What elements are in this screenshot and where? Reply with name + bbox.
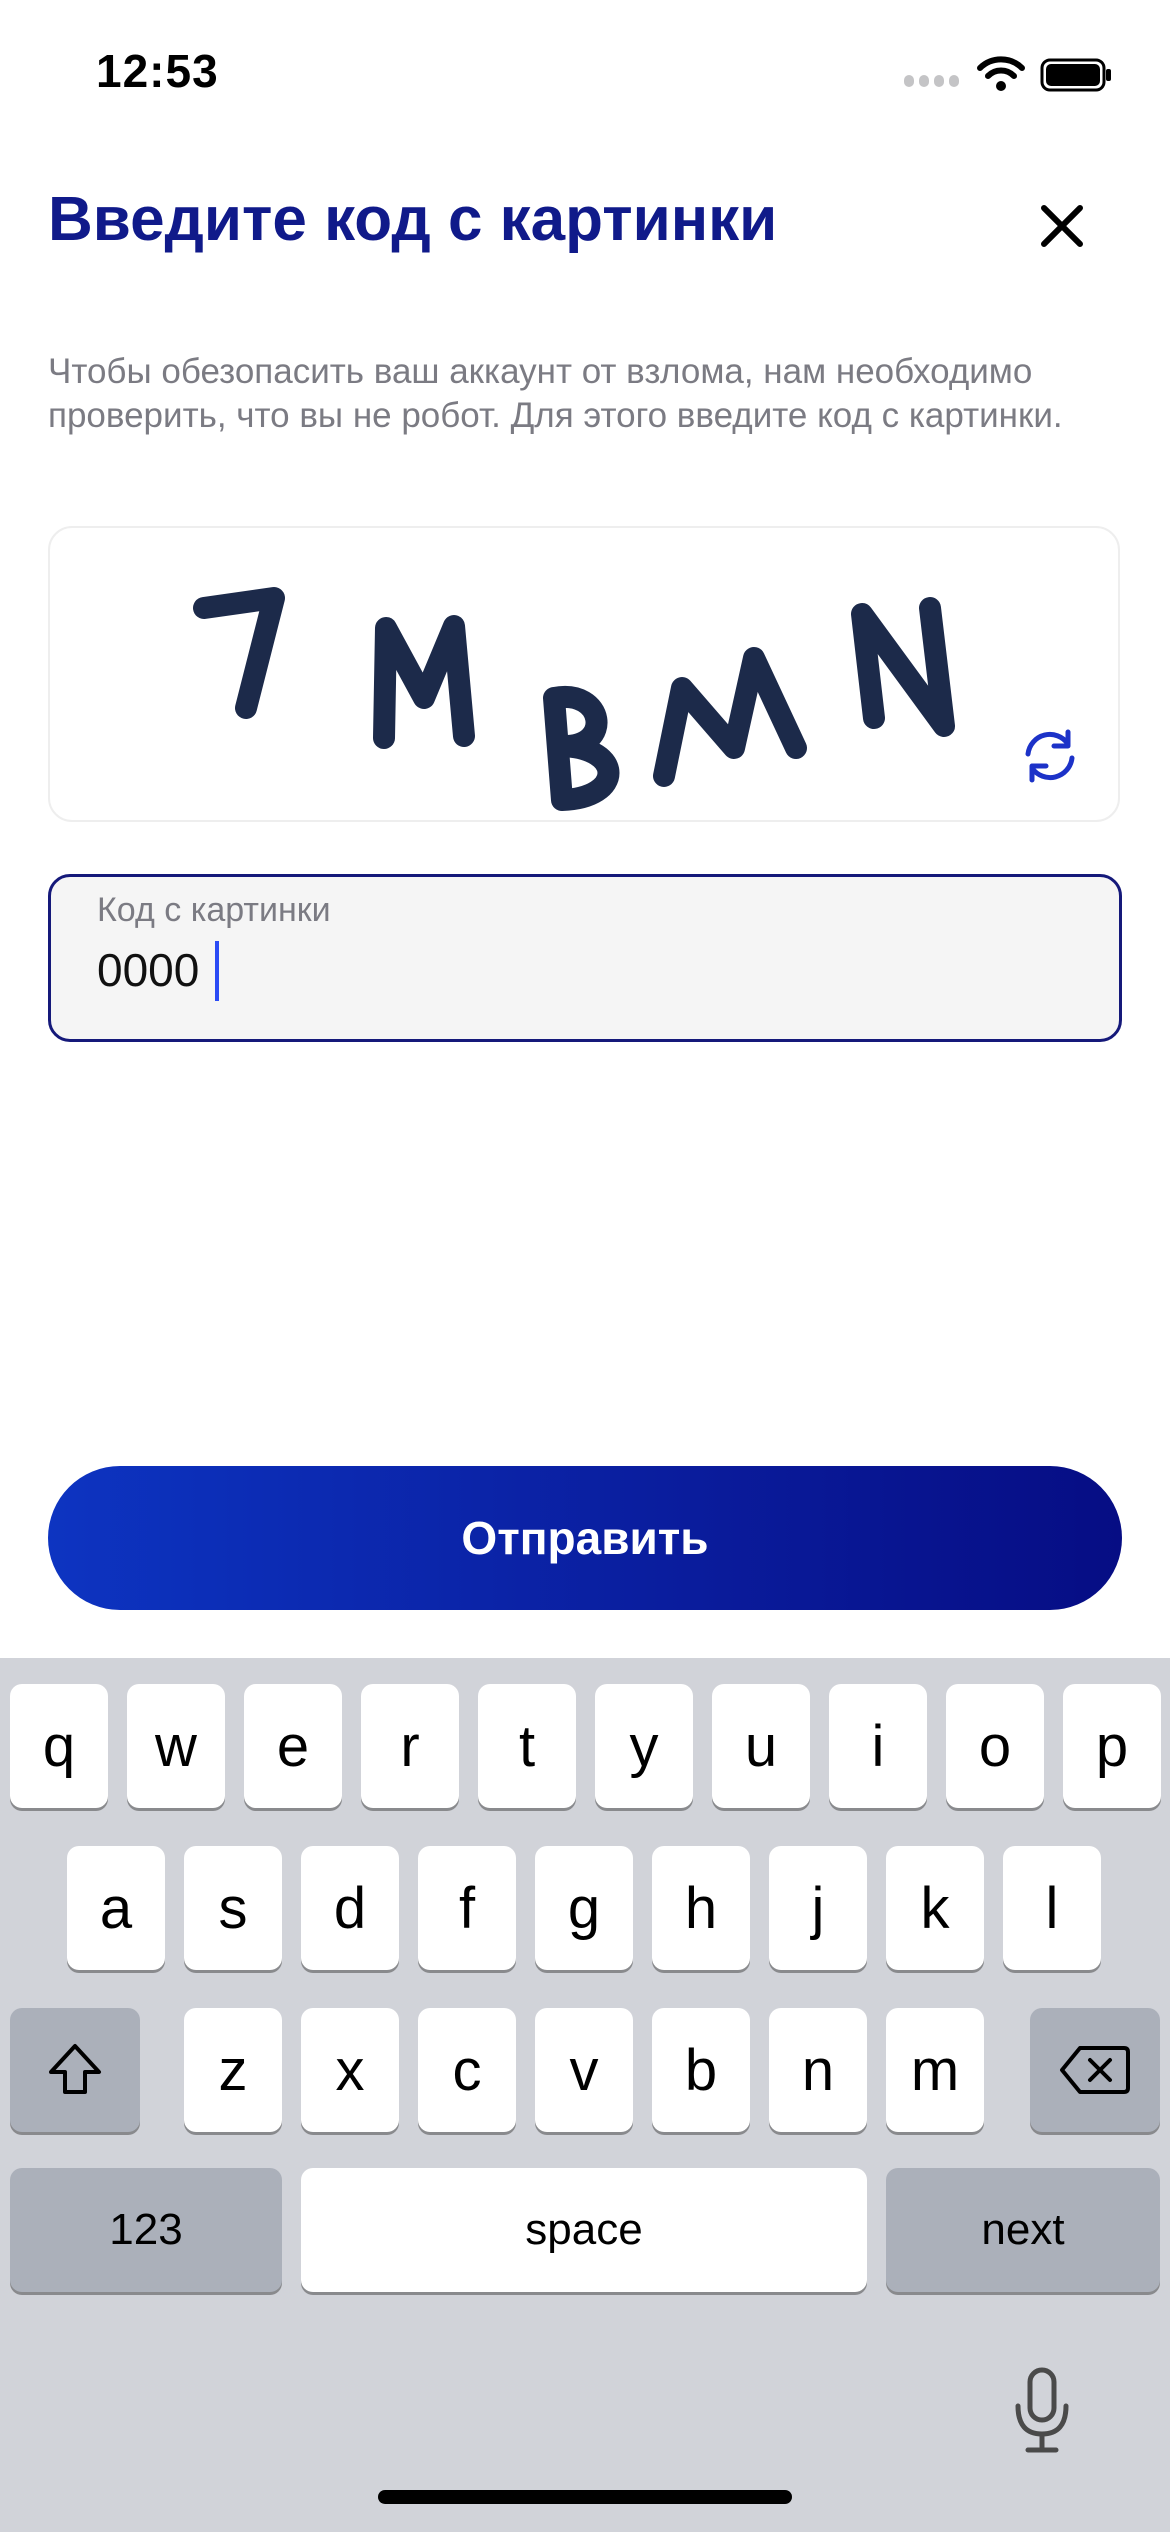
battery-icon xyxy=(1040,58,1111,92)
captcha-image xyxy=(193,587,955,811)
key-a[interactable]: a xyxy=(67,1846,165,1970)
key-x[interactable]: x xyxy=(301,2008,399,2132)
key-e[interactable]: e xyxy=(244,1684,342,1808)
captcha-code-input[interactable]: Код с картинки 0000 xyxy=(48,874,1122,1042)
key-s[interactable]: s xyxy=(184,1846,282,1970)
key-c[interactable]: c xyxy=(418,2008,516,2132)
shift-key[interactable] xyxy=(10,2008,140,2132)
space-key[interactable]: space xyxy=(301,2168,867,2292)
submit-button[interactable]: Отправить xyxy=(48,1466,1122,1610)
key-q[interactable]: q xyxy=(10,1684,108,1808)
key-u[interactable]: u xyxy=(712,1684,810,1808)
shift-icon xyxy=(49,2044,101,2094)
key-v[interactable]: v xyxy=(535,2008,633,2132)
key-i[interactable]: i xyxy=(829,1684,927,1808)
key-b[interactable]: b xyxy=(652,2008,750,2132)
key-g[interactable]: g xyxy=(535,1846,633,1970)
refresh-captcha-icon[interactable] xyxy=(1018,724,1082,788)
key-y[interactable]: y xyxy=(595,1684,693,1808)
key-r[interactable]: r xyxy=(361,1684,459,1808)
wifi-icon xyxy=(977,56,1025,91)
key-f[interactable]: f xyxy=(418,1846,516,1970)
next-key[interactable]: next xyxy=(886,2168,1160,2292)
key-p[interactable]: p xyxy=(1063,1684,1161,1808)
page-title: Введите код с картинки xyxy=(48,185,778,254)
key-w[interactable]: w xyxy=(127,1684,225,1808)
backspace-key[interactable] xyxy=(1030,2008,1160,2132)
microphone-icon[interactable] xyxy=(1010,2366,1074,2456)
home-indicator xyxy=(378,2490,792,2504)
captcha-code-label: Код с картинки xyxy=(97,891,331,929)
key-l[interactable]: l xyxy=(1003,1846,1101,1970)
key-k[interactable]: k xyxy=(886,1846,984,1970)
text-caret xyxy=(215,941,219,1001)
backspace-icon xyxy=(1060,2046,1130,2094)
key-h[interactable]: h xyxy=(652,1846,750,1970)
key-m[interactable]: m xyxy=(886,2008,984,2132)
key-d[interactable]: d xyxy=(301,1846,399,1970)
status-time: 12:53 xyxy=(96,45,219,97)
captcha-code-value: 0000 xyxy=(97,944,200,996)
description-text: Чтобы обезопасить ваш аккаунт от взлома,… xyxy=(48,352,1063,435)
numbers-key[interactable]: 123 xyxy=(10,2168,282,2292)
key-j[interactable]: j xyxy=(769,1846,867,1970)
key-n[interactable]: n xyxy=(769,2008,867,2132)
close-icon[interactable] xyxy=(1032,196,1092,256)
key-o[interactable]: o xyxy=(946,1684,1044,1808)
cellular-signal-icon xyxy=(904,74,964,92)
captcha-container xyxy=(48,526,1120,822)
key-t[interactable]: t xyxy=(478,1684,576,1808)
key-z[interactable]: z xyxy=(184,2008,282,2132)
keyboard: q w e r t y u i o p a s d f g h j k l z … xyxy=(0,1658,1170,2532)
